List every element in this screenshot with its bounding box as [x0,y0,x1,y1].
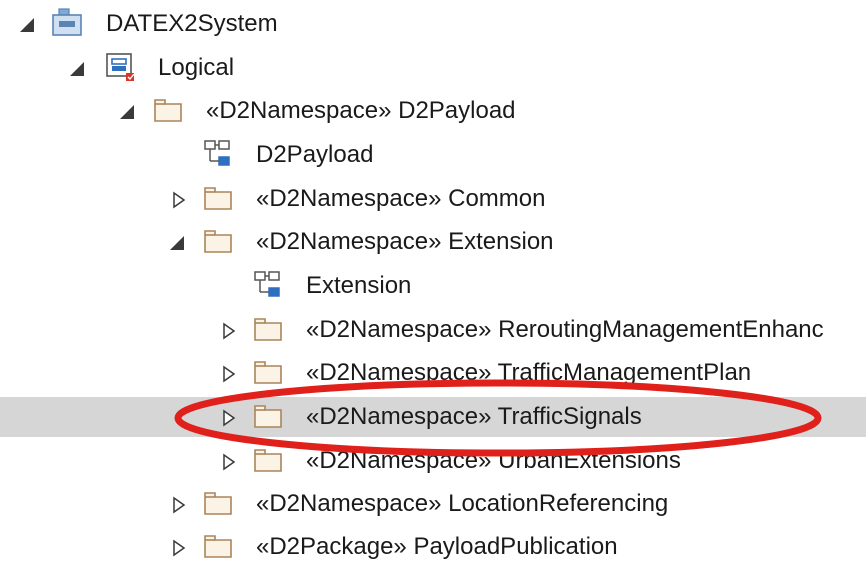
tree-item-label: Extension [306,272,412,299]
tree-item-extension-diagram[interactable]: Extension [0,266,866,306]
package-folder-icon [252,444,286,478]
tree-item-extension-namespace[interactable]: «D2Namespace» Extension [0,222,866,262]
package-folder-icon [202,487,236,521]
tree-item-label: «D2Namespace» Extension [256,228,554,255]
tree-item-label: «D2Namespace» D2Payload [206,97,516,124]
package-folder-icon [152,94,186,128]
collapsed-arrow-icon[interactable] [166,533,192,563]
tree-item-trafficsignals-namespace[interactable]: «D2Namespace» TrafficSignals [0,397,866,437]
tree-item-label: «D2Package» PayloadPublication [256,533,618,560]
package-folder-icon [202,530,236,564]
tree-item-logical[interactable]: Logical [0,48,866,88]
tree-item-label: «D2Namespace» TrafficManagementPlan [306,359,752,386]
model-package-icon [50,7,84,41]
collapsed-arrow-icon[interactable] [216,447,242,477]
tree-item-label: «D2Namespace» LocationReferencing [256,490,669,517]
tree-item-label: «D2Namespace» TrafficSignals [306,403,642,430]
collapsed-arrow-icon[interactable] [216,316,242,346]
tree-item-reroutingmanagement-namespace[interactable]: «D2Namespace» ReroutingManagementEnhanc [0,310,866,350]
tree-item-common-namespace[interactable]: «D2Namespace» Common [0,179,866,219]
class-diagram-icon [252,269,286,303]
class-diagram-icon [202,138,236,172]
tree-item-d2payload-namespace[interactable]: «D2Namespace» D2Payload [0,91,866,131]
tree-item-label: «D2Namespace» Common [256,185,546,212]
tree-item-locationreferencing-namespace[interactable]: «D2Namespace» LocationReferencing [0,484,866,524]
tree-item-urbanextensions-namespace[interactable]: «D2Namespace» UrbanExtensions [0,441,866,481]
package-folder-icon [252,400,286,434]
view-package-icon [104,51,138,85]
collapsed-arrow-icon[interactable] [216,403,242,433]
tree-item-payloadpublication-package[interactable]: «D2Package» PayloadPublication [0,527,866,563]
expanded-arrow-icon[interactable] [14,10,40,40]
package-folder-icon [202,225,236,259]
tree-item-label: Logical [158,54,235,81]
collapsed-arrow-icon[interactable] [216,359,242,389]
tree-item-label: «D2Namespace» UrbanExtensions [306,447,681,474]
package-folder-icon [252,313,286,347]
package-folder-icon [202,182,236,216]
tree-item-label: «D2Namespace» ReroutingManagementEnhanc [306,316,824,343]
package-folder-icon [252,356,286,390]
expanded-arrow-icon[interactable] [164,228,190,258]
tree-item-label: DATEX2System [106,10,278,37]
tree-item-label: D2Payload [256,141,374,168]
tree-item-d2payload-diagram[interactable]: D2Payload [0,135,866,175]
collapsed-arrow-icon[interactable] [166,185,192,215]
tree-item-trafficmanagementplan-namespace[interactable]: «D2Namespace» TrafficManagementPlan [0,353,866,393]
expanded-arrow-icon[interactable] [114,97,140,127]
tree-item-datex2system[interactable]: DATEX2System [0,4,866,44]
expanded-arrow-icon[interactable] [64,54,90,84]
collapsed-arrow-icon[interactable] [166,490,192,520]
project-browser-tree: DATEX2System Logical «D2Namespace» D2Pay… [0,0,866,563]
